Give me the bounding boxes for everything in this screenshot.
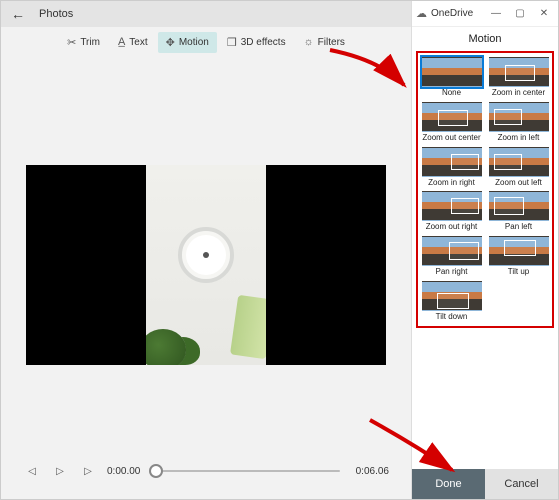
overlay-frame-icon xyxy=(438,110,468,126)
motion-option-zoom-in-left[interactable]: Zoom in left xyxy=(487,102,550,143)
back-button[interactable]: ← xyxy=(1,1,35,27)
motion-option-zoom-out-left[interactable]: Zoom out left xyxy=(487,147,550,188)
motion-icon: ✥ xyxy=(166,36,175,49)
play-button[interactable]: ▷ xyxy=(51,462,69,480)
overlay-frame-icon xyxy=(494,109,522,125)
overlay-frame-icon xyxy=(449,242,479,260)
motion-option-tilt-down[interactable]: Tilt down xyxy=(420,281,483,322)
motion-option-pan-left[interactable]: Pan left xyxy=(487,191,550,232)
blender-blade-graphic xyxy=(178,227,234,283)
celery-graphic xyxy=(230,295,266,359)
video-stage xyxy=(1,57,411,443)
motion-thumb xyxy=(422,191,482,221)
broccoli-graphic xyxy=(146,329,186,365)
video-clip-preview xyxy=(146,165,266,365)
overlay-frame-icon xyxy=(494,197,524,215)
3d-effects-label: 3D effects xyxy=(241,37,286,48)
back-arrow-icon: ← xyxy=(11,6,25,22)
minimize-button[interactable]: — xyxy=(486,4,506,24)
cube-icon: ❒ xyxy=(227,36,237,49)
close-button[interactable]: ✕ xyxy=(534,4,554,24)
motion-thumb xyxy=(422,236,482,266)
motion-option-label: Pan right xyxy=(435,268,467,277)
next-frame-button[interactable]: ▷ xyxy=(79,462,97,480)
trim-button[interactable]: ✂ Trim xyxy=(59,32,108,53)
motion-thumb xyxy=(422,102,482,132)
onedrive-icon: ☁ xyxy=(416,7,427,20)
video-frame[interactable] xyxy=(26,165,386,365)
motion-option-pan-right[interactable]: Pan right xyxy=(420,236,483,277)
motion-thumb xyxy=(422,57,482,87)
motion-option-zoom-out-right[interactable]: Zoom out right xyxy=(420,191,483,232)
prev-frame-button[interactable]: ◁ xyxy=(23,462,41,480)
motion-option-zoom-in-center[interactable]: Zoom in center xyxy=(487,57,550,98)
trim-icon: ✂ xyxy=(67,36,76,49)
motion-thumb xyxy=(422,281,482,311)
motion-thumb xyxy=(489,57,549,87)
filters-button[interactable]: ☼ Filters xyxy=(296,32,353,52)
filters-icon: ☼ xyxy=(304,36,314,48)
motion-option-zoom-out-center[interactable]: Zoom out center xyxy=(420,102,483,143)
motion-option-label: Zoom out right xyxy=(426,223,478,232)
3d-effects-button[interactable]: ❒ 3D effects xyxy=(219,32,294,53)
motion-option-label: Zoom in right xyxy=(428,179,475,188)
trim-label: Trim xyxy=(80,37,100,48)
maximize-button[interactable]: ▢ xyxy=(510,4,530,24)
current-time: 0:00.00 xyxy=(107,466,140,477)
motion-label: Motion xyxy=(179,37,209,48)
motion-option-none[interactable]: None xyxy=(420,57,483,98)
motion-option-label: Pan left xyxy=(505,223,532,232)
onedrive-label: OneDrive xyxy=(431,8,482,19)
panel-title: Motion xyxy=(412,27,558,49)
text-button[interactable]: A̲ Text xyxy=(110,32,156,52)
playback-controls: ◁ ▷ ▷ 0:00.00 0:06.06 xyxy=(1,443,411,499)
motion-thumb xyxy=(489,147,549,177)
text-icon: A̲ xyxy=(118,36,125,48)
overlay-frame-icon xyxy=(451,198,479,214)
motion-option-label: Tilt up xyxy=(508,268,530,277)
motion-option-label: Tilt down xyxy=(436,313,468,322)
editor-toolbar: ✂ Trim A̲ Text ✥ Motion ❒ 3D effects ☼ F… xyxy=(1,27,411,57)
overlay-frame-icon xyxy=(505,65,535,81)
cancel-button[interactable]: Cancel xyxy=(485,469,558,499)
total-time: 0:06.06 xyxy=(356,466,389,477)
motion-button[interactable]: ✥ Motion xyxy=(158,32,217,53)
motion-option-label: Zoom in left xyxy=(498,134,540,143)
done-button[interactable]: Done xyxy=(412,469,485,499)
overlay-frame-icon xyxy=(437,293,469,309)
motion-option-label: Zoom out center xyxy=(422,134,480,143)
motion-options-grid: None Zoom in center Zoom out center Zoom in… xyxy=(416,51,554,328)
motion-thumb xyxy=(422,147,482,177)
cancel-label: Cancel xyxy=(504,478,538,490)
timeline-thumb[interactable] xyxy=(149,464,163,478)
overlay-frame-icon xyxy=(451,154,479,170)
app-title: Photos xyxy=(35,8,73,20)
motion-thumb xyxy=(489,191,549,221)
overlay-frame-icon xyxy=(494,154,522,170)
text-label: Text xyxy=(129,37,147,48)
overlay-frame-icon xyxy=(504,240,536,256)
timeline-slider[interactable] xyxy=(156,470,339,472)
motion-option-zoom-in-right[interactable]: Zoom in right xyxy=(420,147,483,188)
done-label: Done xyxy=(435,478,461,490)
motion-thumb xyxy=(489,236,549,266)
filters-label: Filters xyxy=(318,37,345,48)
motion-option-label: Zoom in center xyxy=(492,89,545,98)
motion-option-label: None xyxy=(442,89,461,98)
motion-option-tilt-up[interactable]: Tilt up xyxy=(487,236,550,277)
motion-thumb xyxy=(489,102,549,132)
motion-option-label: Zoom out left xyxy=(495,179,542,188)
